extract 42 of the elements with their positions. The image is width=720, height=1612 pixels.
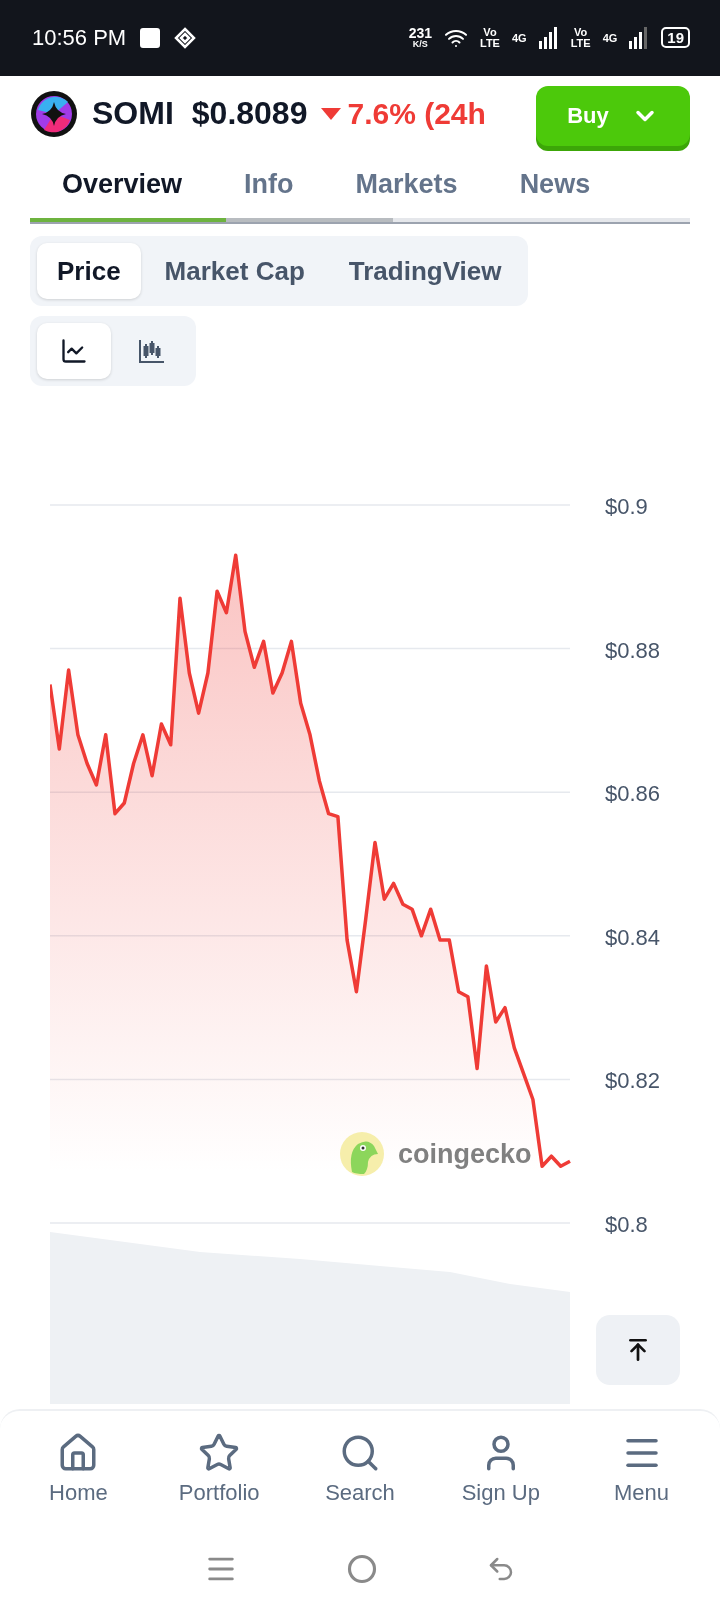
signal-icon: [629, 26, 650, 49]
battery-indicator: 19: [661, 27, 690, 49]
nav-item[interactable]: Menu: [576, 1430, 707, 1507]
network-type: 4G: [511, 31, 527, 44]
axis-label: $0.86: [605, 781, 661, 807]
clock: 10:56 PM: [32, 24, 127, 51]
brand-name: coingecko: [398, 1138, 532, 1170]
scroll-top-button[interactable]: [596, 1315, 680, 1386]
candlestick-icon: [138, 338, 166, 365]
diamond-icon: [174, 26, 197, 49]
tab[interactable]: Markets: [324, 169, 489, 201]
tab[interactable]: Overview: [30, 169, 214, 201]
chart-tab[interactable]: Price: [37, 243, 141, 300]
axis-label: $0.9: [605, 494, 648, 520]
coin-logo: [30, 89, 78, 138]
tab[interactable]: News: [488, 169, 622, 201]
nav-item[interactable]: Sign Up: [435, 1430, 566, 1507]
down-triangle-icon: [321, 107, 342, 120]
star-icon: [198, 1431, 241, 1474]
chart-tab[interactable]: Market Cap: [144, 243, 325, 300]
signal-icon: [538, 26, 559, 49]
volte-label: Vo LTE: [480, 26, 500, 49]
notification-icon: [138, 25, 163, 50]
chart-tab[interactable]: TradingView: [328, 243, 522, 300]
axis-label: $0.8: [605, 1212, 648, 1238]
coin-price: $0.8089: [191, 95, 308, 133]
axis-label: $0.88: [605, 637, 661, 663]
volte-label: Vo LTE: [570, 26, 591, 49]
price-change: 7.6% (24h: [321, 96, 486, 131]
network-speed: 231 K/S: [408, 26, 432, 50]
line-chart-button[interactable]: [37, 323, 111, 380]
axis-label: $0.82: [605, 1068, 661, 1094]
home-button-icon[interactable]: [347, 1554, 377, 1585]
network-type: 4G: [602, 31, 618, 44]
coin-symbol: SOMI: [92, 95, 174, 133]
nav-item[interactable]: Search: [295, 1430, 425, 1507]
gecko-logo: [340, 1132, 384, 1177]
tab[interactable]: Info: [213, 169, 325, 201]
axis-label: $0.84: [605, 924, 661, 950]
nav-item[interactable]: Portfolio: [154, 1430, 285, 1507]
line-chart-icon: [60, 337, 88, 366]
nav-item[interactable]: Home: [13, 1430, 144, 1507]
